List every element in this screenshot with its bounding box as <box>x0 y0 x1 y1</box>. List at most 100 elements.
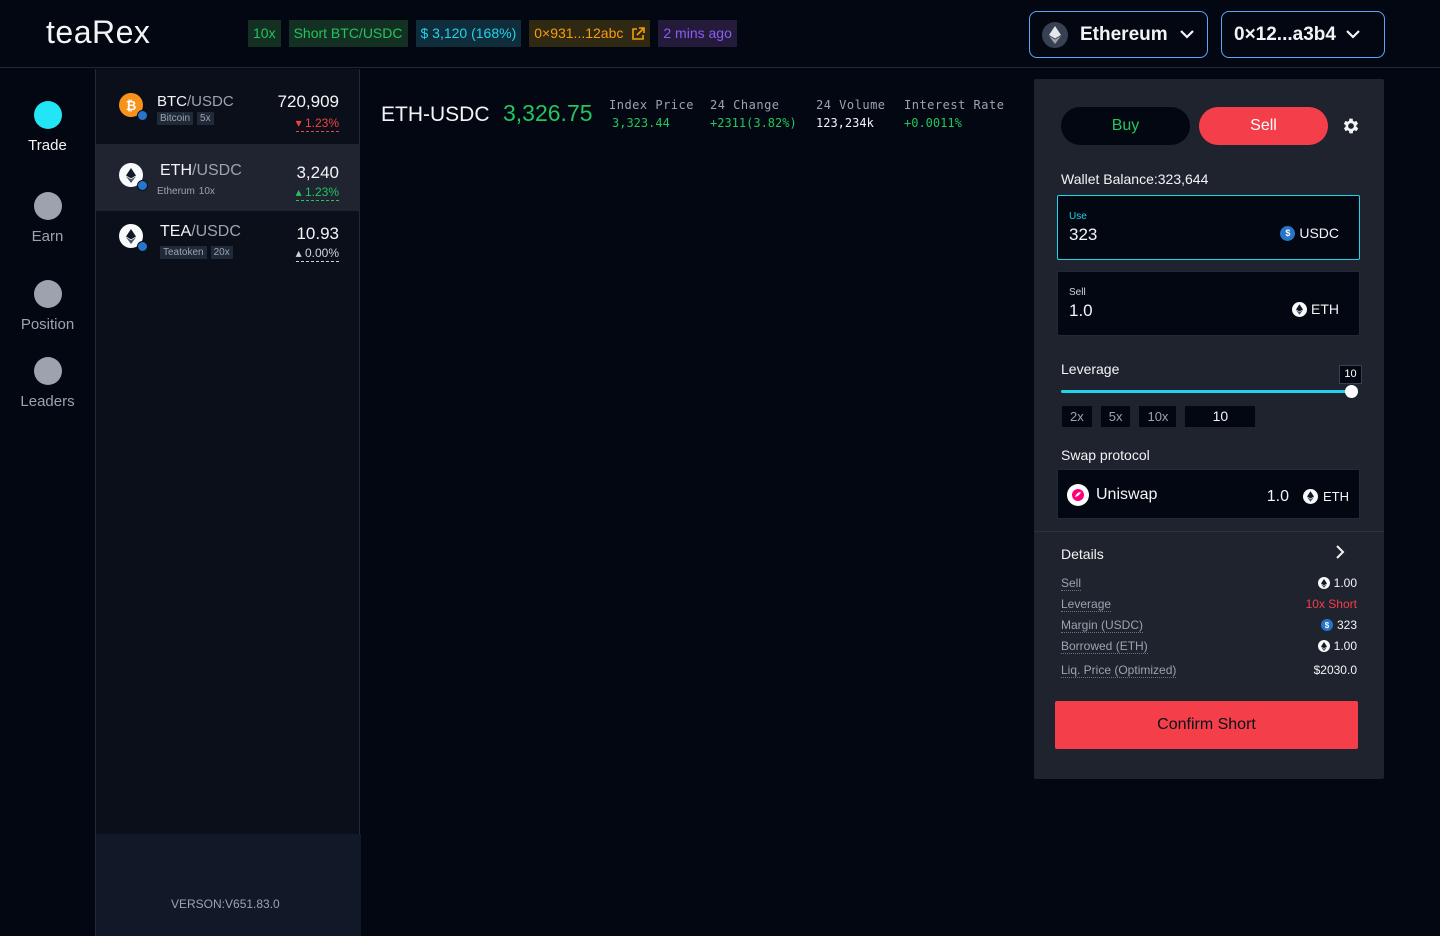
stat-value: +0.0011% <box>904 116 962 130</box>
sell-label: Sell <box>1069 287 1086 298</box>
sell-button[interactable]: Sell <box>1199 107 1328 145</box>
use-amount-field[interactable]: Use 323 $ USDC <box>1057 195 1360 260</box>
market-base: TEA <box>160 223 192 240</box>
detail-key: Liq. Price (Optimized) <box>1061 663 1177 678</box>
market-tags: Bitcoin 5x <box>157 112 214 125</box>
leverage-tooltip: 10 <box>1339 365 1362 384</box>
bitcoin-icon: ₿ <box>119 93 148 121</box>
wallet-balance: Wallet Balance:323,644 <box>1061 171 1209 187</box>
detail-row-sell: Sell 1.00 <box>1061 576 1357 594</box>
nav-label: Trade <box>28 137 67 154</box>
swap-amount: 1.0 <box>1266 488 1289 505</box>
sidebar-nav: Trade Earn Position Leaders <box>0 69 95 936</box>
network-name: Ethereum <box>1080 23 1168 45</box>
trade-panel: Buy Sell Wallet Balance:323,644 Use 323 … <box>1034 79 1384 779</box>
stat-24-volume: 24 Volume 123,234k <box>816 98 886 130</box>
detail-row-margin: Margin (USDC) $ 323 <box>1061 618 1357 636</box>
sell-token: ETH <box>1292 301 1339 317</box>
ethereum-icon <box>1303 489 1318 504</box>
tx-address: 0×931...12abc <box>534 25 624 41</box>
market-price: 3,240 <box>296 163 339 182</box>
swap-protocol-label: Swap protocol <box>1061 447 1150 463</box>
ethereum-icon <box>119 224 148 252</box>
market-name: BTC/USDC <box>157 93 234 110</box>
stat-label: Index Price <box>609 98 694 112</box>
detail-row-liq-price: Liq. Price (Optimized) $2030.0 <box>1061 663 1357 681</box>
market-change: ▴ 1.23% <box>295 185 339 201</box>
market-row-tea[interactable]: TEA/USDC Teatoken 20x 10.93 ▴ 0.00% <box>96 211 360 278</box>
swap-protocol-name: Uniswap <box>1096 486 1158 503</box>
leverage-input[interactable]: 10 <box>1185 406 1256 427</box>
detail-value-text: 1.00 <box>1333 576 1357 590</box>
top-header: teaRex 10x Short BTC/USDC $ 3,120 (168%)… <box>0 0 1440 68</box>
stat-24-change: 24 Change +2311(3.82%) <box>710 98 797 130</box>
stat-interest-rate: Interest Rate +0.0011% <box>904 98 1004 130</box>
details-label[interactable]: Details <box>1061 546 1104 562</box>
detail-value-text: $2030.0 <box>1313 663 1357 677</box>
ethereum-icon <box>1317 577 1330 589</box>
trade-icon <box>33 101 62 129</box>
market-tag: Bitcoin <box>157 112 194 125</box>
uniswap-icon <box>1067 484 1089 506</box>
market-row-btc[interactable]: ₿ BTC/USDC Bitcoin 5x 720,909 ▾ 1.23% <box>96 77 360 144</box>
market-change: ▴ 0.00% <box>295 246 339 262</box>
wallet-address: 0×12...a3b4 <box>1234 23 1336 45</box>
earn-icon <box>33 192 62 220</box>
market-quote: /USDC <box>191 223 241 240</box>
confirm-short-button[interactable]: Confirm Short <box>1055 701 1358 749</box>
market-price: 10.93 <box>296 224 339 243</box>
detail-key: Borrowed (ETH) <box>1061 639 1148 654</box>
external-link-icon[interactable] <box>631 26 646 41</box>
tx-address-chip[interactable]: 0×931...12abc <box>529 20 651 47</box>
leverage-preset-10x[interactable]: 10x <box>1139 406 1177 427</box>
leverage-slider-handle[interactable] <box>1345 385 1358 398</box>
buy-button[interactable]: Buy <box>1061 107 1190 145</box>
detail-value: $2030.0 <box>1314 663 1357 677</box>
market-leverage: 20x <box>210 246 233 259</box>
list-footer <box>96 834 361 936</box>
chevron-down-icon <box>1346 30 1360 39</box>
ethereum-icon <box>1292 301 1307 317</box>
leverage-slider-track[interactable] <box>1061 390 1352 393</box>
usdc-icon: $ <box>1320 619 1333 631</box>
network-selector[interactable]: Ethereum <box>1029 11 1208 58</box>
swap-token-label: ETH <box>1323 489 1349 504</box>
market-tags: Teatoken 20x <box>160 246 233 259</box>
wallet-selector[interactable]: 0×12...a3b4 <box>1221 11 1385 58</box>
leverage-preset-5x[interactable]: 5x <box>1100 406 1131 427</box>
leverage-chip: 10x <box>248 20 281 47</box>
detail-value: 1.00 <box>1317 639 1357 653</box>
ticker-symbol: ETH-USDC <box>381 103 490 126</box>
use-value[interactable]: 323 <box>1069 225 1097 245</box>
nav-label: Earn <box>31 228 64 245</box>
logo[interactable]: teaRex <box>46 14 150 51</box>
sell-value[interactable]: 1.0 <box>1069 301 1093 321</box>
market-quote: /USDC <box>192 162 242 179</box>
swap-protocol-selector[interactable]: Uniswap 1.0 ETH <box>1057 469 1360 519</box>
detail-value: 1.00 <box>1317 576 1357 590</box>
use-token-label: USDC <box>1299 225 1339 241</box>
detail-value: 10x Short <box>1306 597 1357 611</box>
stat-value: 3,323.44 <box>612 116 670 130</box>
detail-row-borrowed: Borrowed (ETH) 1.00 <box>1061 639 1357 657</box>
use-label: Use <box>1069 211 1087 222</box>
leverage-preset-2x[interactable]: 2x <box>1062 406 1092 427</box>
nav-label: Position <box>20 316 75 333</box>
market-row-eth[interactable]: ETH/USDC Etherum 10x 3,240 ▴ 1.23% <box>96 144 360 211</box>
leverage-label: Leverage <box>1061 361 1120 377</box>
stat-label: 24 Change <box>710 98 780 112</box>
leaders-icon <box>33 357 62 385</box>
sell-amount-field[interactable]: Sell 1.0 ETH <box>1057 271 1360 336</box>
nav-item-earn[interactable]: Earn <box>0 192 95 245</box>
chevron-right-icon[interactable] <box>1333 545 1347 559</box>
gear-icon[interactable] <box>1341 116 1361 136</box>
nav-item-leaders[interactable]: Leaders <box>0 357 95 410</box>
detail-key: Sell <box>1061 576 1082 591</box>
nav-item-trade[interactable]: Trade <box>0 101 95 154</box>
sell-token-label: ETH <box>1311 301 1339 317</box>
version-label: VERSON:V651.83.0 <box>171 897 280 911</box>
detail-value: $ 323 <box>1320 618 1357 632</box>
market-name: TEA/USDC <box>160 223 241 241</box>
nav-item-position[interactable]: Position <box>0 280 95 333</box>
nav-label: Leaders <box>20 393 75 410</box>
